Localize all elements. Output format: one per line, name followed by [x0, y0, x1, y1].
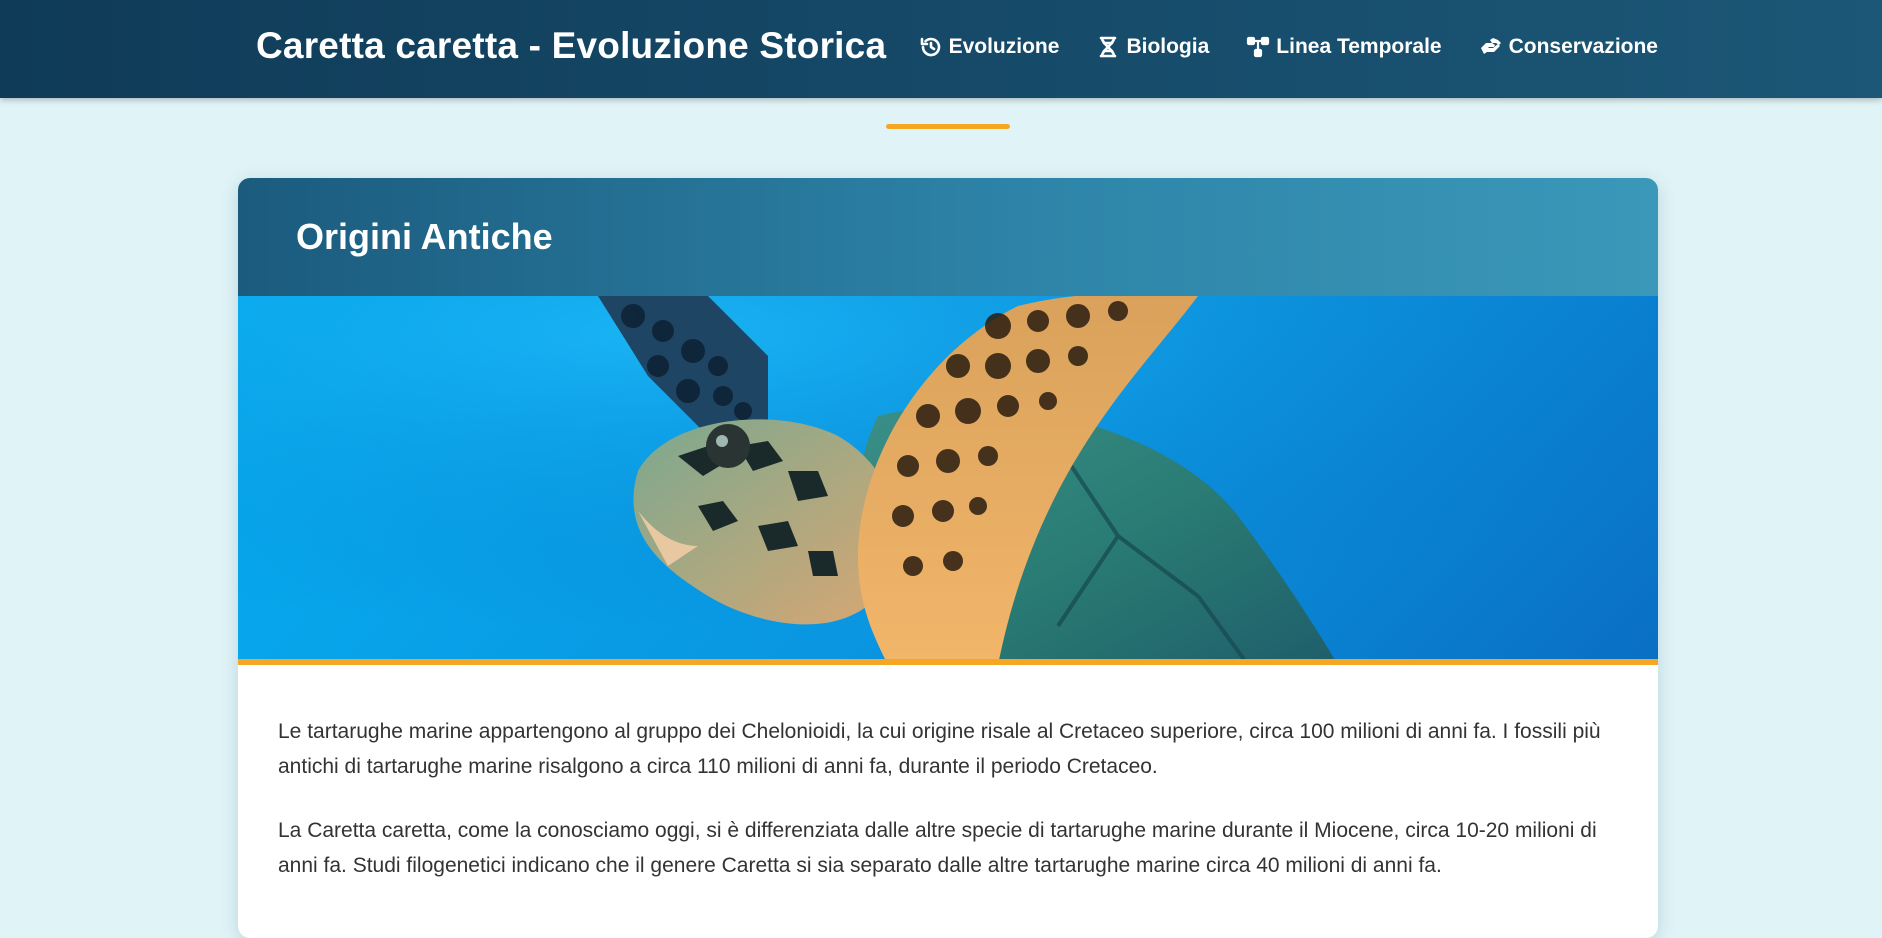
site-title[interactable]: Caretta caretta - Evoluzione Storica — [256, 25, 886, 67]
active-nav-indicator — [886, 124, 1010, 129]
nav-item-evoluzione[interactable]: Evoluzione — [919, 35, 1060, 59]
paragraph: La Caretta caretta, come la conosciamo o… — [278, 819, 1597, 877]
history-icon — [920, 37, 940, 57]
nav-item-linea-temporale[interactable]: Linea Temporale — [1246, 35, 1442, 59]
nav-label: Linea Temporale — [1276, 35, 1442, 58]
hands-icon — [1480, 38, 1501, 54]
main-nav: Evoluzione Biologia Linea Temporale Cons… — [919, 35, 1658, 59]
sea-turtle-illustration — [238, 296, 1658, 659]
card-header: Origini Antiche — [238, 178, 1658, 296]
dna-icon — [1100, 36, 1117, 58]
nav-item-biologia[interactable]: Biologia — [1096, 35, 1209, 59]
content-card: Origini Antiche Le tartarughe marine app… — [238, 178, 1658, 938]
nav-label: Biologia — [1126, 35, 1210, 58]
paragraph: Le tartarughe marine appartengono al gru… — [278, 720, 1601, 778]
card-body: Le tartarughe marine appartengono al gru… — [238, 665, 1658, 883]
sea-turtle-image — [238, 296, 1658, 665]
section-title: Origini Antiche — [296, 216, 553, 257]
nav-label: Evoluzione — [948, 35, 1060, 58]
timeline-icon — [1247, 36, 1270, 58]
top-navbar: Caretta caretta - Evoluzione Storica Evo… — [0, 0, 1882, 98]
nav-label: Conservazione — [1508, 35, 1658, 58]
nav-item-conservazione[interactable]: Conservazione — [1479, 35, 1658, 59]
